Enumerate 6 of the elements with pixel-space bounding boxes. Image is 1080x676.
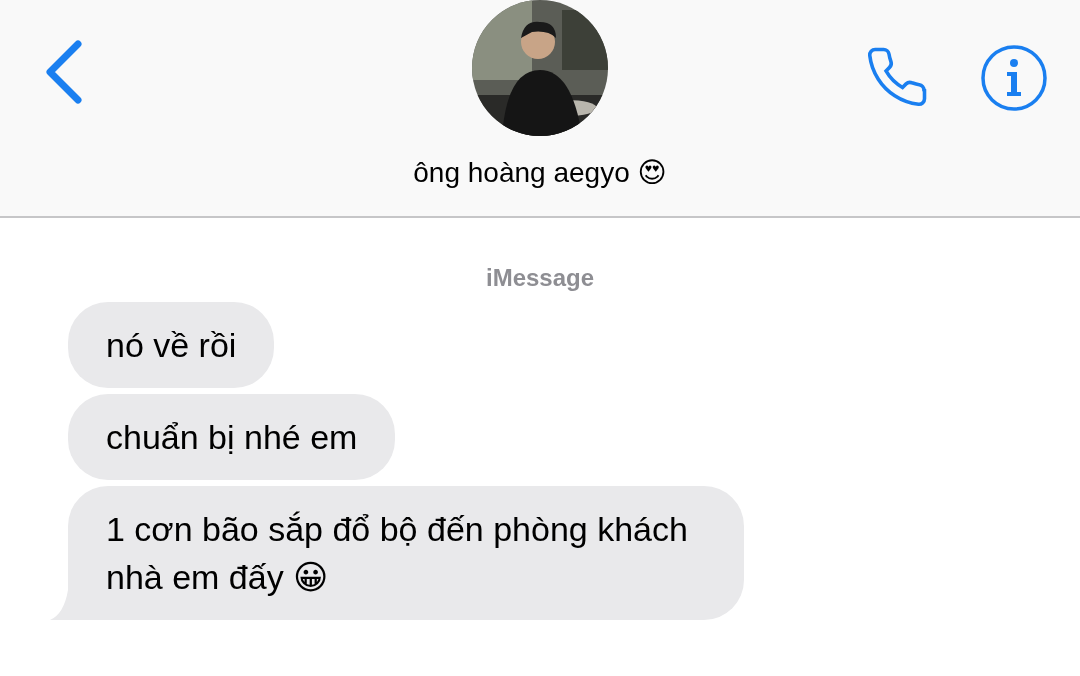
service-label: iMessage bbox=[485, 264, 595, 292]
message-text: chuẩn bị nhé em bbox=[106, 418, 358, 456]
contact-name: ông hoàng aegyo 😍 bbox=[413, 156, 667, 189]
message-text: nó về rồi bbox=[106, 326, 237, 364]
message-text: 1 cơn bão sắp đổ bộ đến phòng khách nhà em đấy 😀 bbox=[106, 510, 688, 596]
info-button[interactable] bbox=[980, 44, 1048, 112]
